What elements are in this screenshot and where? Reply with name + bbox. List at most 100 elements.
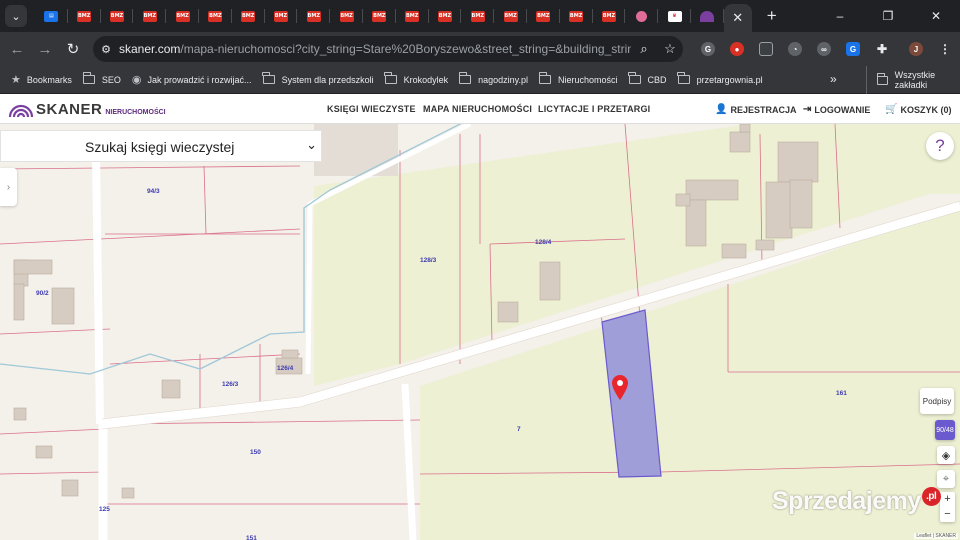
parcel-label: 126/4 <box>277 365 294 372</box>
zoom-out-button[interactable]: − <box>944 507 950 522</box>
road <box>92 153 104 425</box>
folder-icon <box>262 72 275 84</box>
site-logo[interactable]: SKANER NIERUCHOMOŚCI <box>8 101 166 118</box>
bookmark-item[interactable]: ★ Bookmarks <box>11 73 72 86</box>
bookmark-item[interactable]: Nieruchomości <box>538 72 618 85</box>
logo-text: SKANER <box>36 101 103 118</box>
search-dropdown-label: Szukaj księgi wieczystej <box>85 139 235 155</box>
parcel-label: 94/3 <box>147 188 160 195</box>
minimize-button[interactable]: – <box>816 0 864 32</box>
layers-icon[interactable]: ◈ <box>937 446 955 464</box>
tab[interactable]: BMZ <box>265 0 298 32</box>
back-button[interactable]: ← <box>3 35 31 63</box>
folder-icon <box>538 72 552 84</box>
all-bookmarks-button[interactable]: Wszystkie zakładki <box>866 66 960 94</box>
tab[interactable]: BMZ <box>396 0 429 32</box>
tab[interactable]: BMZ <box>494 0 527 32</box>
reload-button[interactable]: ↻ <box>59 35 87 63</box>
bookmark-item[interactable]: CBD <box>628 72 667 85</box>
tab[interactable]: BMZ <box>461 0 494 32</box>
login-link[interactable]: ⇥ LOGOWANIE <box>803 104 870 115</box>
bookmark-item[interactable]: ◉ Jak prowadzić i rozwijać... <box>132 73 252 86</box>
bookmark-label: nagodziny.pl <box>478 74 529 85</box>
site-settings-icon[interactable]: ⚙ <box>93 43 119 56</box>
watermark-badge: .pl <box>921 487 941 506</box>
map-canvas[interactable]: 94/3 128/3 128/4 90/2 126/4 126/3 150 16… <box>0 124 960 540</box>
extension-red-icon[interactable]: ● <box>724 36 750 62</box>
bookmarks-overflow-button[interactable]: » <box>830 72 837 86</box>
zoom-in-button[interactable]: + <box>944 492 950 507</box>
browser-tab-strip: ⌄ ▤ BMZ BMZ BMZ BMZ BMZ BMZ BMZ BMZ BMZ … <box>0 0 960 32</box>
close-tab-icon[interactable]: ✕ <box>732 10 743 26</box>
zoom-control: + − <box>940 492 955 522</box>
tab-search-chevron-icon[interactable]: ⌄ <box>5 5 27 27</box>
logo-subtitle: NIERUCHOMOŚCI <box>105 108 166 116</box>
parcel-label: 90/2 <box>36 290 49 297</box>
tab[interactable]: BMZ <box>68 0 101 32</box>
tab[interactable]: BMZ <box>297 0 330 32</box>
bookmark-item[interactable]: SEO <box>82 72 121 85</box>
new-tab-button[interactable]: + <box>760 4 784 28</box>
browser-menu-icon[interactable]: ⋮ <box>932 36 958 62</box>
locate-icon[interactable]: ⌖ <box>937 470 955 488</box>
folder-icon <box>876 72 888 85</box>
tab[interactable]: BMZ <box>527 0 560 32</box>
tab[interactable]: BMZ <box>330 0 363 32</box>
url-path: /mapa-nieruchomosci?city_string=Stare%20… <box>180 42 631 56</box>
search-page-icon[interactable]: ⌕ <box>631 41 657 57</box>
extension-link-icon[interactable]: ∞ <box>811 36 837 62</box>
bookmark-star-icon[interactable]: ☆ <box>657 41 683 57</box>
parcel-label: 151 <box>246 535 257 540</box>
tab[interactable]: BMZ <box>560 0 593 32</box>
property-map[interactable]: 94/3 128/3 128/4 90/2 126/4 126/3 150 16… <box>0 124 960 540</box>
map-attribution[interactable]: Leaflet | SKANER <box>914 533 958 539</box>
bookmark-item[interactable]: nagodziny.pl <box>458 72 529 85</box>
extension-square-icon[interactable] <box>753 36 779 62</box>
tab[interactable]: ▤ <box>35 0 68 32</box>
restore-button[interactable]: ❐ <box>864 0 912 32</box>
bookmark-item[interactable]: przetargownia.pl <box>677 72 763 85</box>
tab[interactable] <box>625 0 658 32</box>
profile-avatar[interactable]: J <box>903 36 929 62</box>
tab-favicon-icon: BMZ <box>142 10 157 22</box>
help-button[interactable]: ? <box>926 132 954 160</box>
labels-toggle-button[interactable]: Podpisy <box>920 388 954 414</box>
extension-g-icon[interactable]: G <box>695 36 721 62</box>
tab[interactable]: BMZ <box>101 0 134 32</box>
tab[interactable]: BMZ <box>363 0 396 32</box>
forward-button[interactable]: → <box>31 35 59 63</box>
map-mode-button[interactable]: 90/48 <box>935 420 955 440</box>
bookmark-item[interactable]: Krokodylek <box>384 72 448 85</box>
close-window-button[interactable]: ✕ <box>912 0 960 32</box>
nav-mapa-nieruchomosci[interactable]: MAPA NIERUCHOMOŚCI <box>423 104 532 114</box>
star-icon: ★ <box>11 74 21 86</box>
parcel-label: 128/3 <box>420 257 437 264</box>
window-controls: – ❐ ✕ <box>816 0 960 32</box>
tab[interactable]: ♛ <box>658 0 691 32</box>
address-bar[interactable]: ⚙ skaner.com/mapa-nieruchomosci?city_str… <box>93 36 683 62</box>
bookmark-item[interactable]: System dla przedszkoli <box>262 72 374 85</box>
cart-link[interactable]: 🛒 KOSZYK (0) <box>885 104 951 115</box>
cart-icon: 🛒 <box>885 104 898 115</box>
tab[interactable]: BMZ <box>199 0 232 32</box>
extension-gauge-icon[interactable]: ◔ <box>782 36 808 62</box>
url-host: skaner.com <box>119 42 181 56</box>
tab-favicon-icon: BMZ <box>109 10 124 22</box>
nav-ksiegi-wieczyste[interactable]: KSIĘGI WIECZYSTE <box>327 104 416 114</box>
tab[interactable]: BMZ <box>232 0 265 32</box>
sidebar-toggle-chevron-icon[interactable]: › <box>0 168 17 206</box>
tab[interactable]: BMZ <box>593 0 626 32</box>
tab-favicon-icon: BMZ <box>569 10 584 22</box>
tab[interactable]: BMZ <box>429 0 462 32</box>
nav-licytacje[interactable]: LICYTACJE I PRZETARGI <box>538 104 650 114</box>
extension-translate-icon[interactable]: G <box>840 36 866 62</box>
tab[interactable]: BMZ <box>133 0 166 32</box>
register-link[interactable]: 👤 REJESTRACJA <box>715 104 796 115</box>
tab[interactable] <box>691 0 724 32</box>
extensions-puzzle-icon[interactable]: ✚ <box>869 36 895 62</box>
tab-active[interactable]: ✕ <box>723 4 752 32</box>
tab-favicon-icon: BMZ <box>503 10 518 22</box>
tab-favicon-icon: BMZ <box>208 10 223 22</box>
tab[interactable]: BMZ <box>166 0 199 32</box>
search-land-register-dropdown[interactable]: Szukaj księgi wieczystej ⌄ <box>0 130 322 162</box>
